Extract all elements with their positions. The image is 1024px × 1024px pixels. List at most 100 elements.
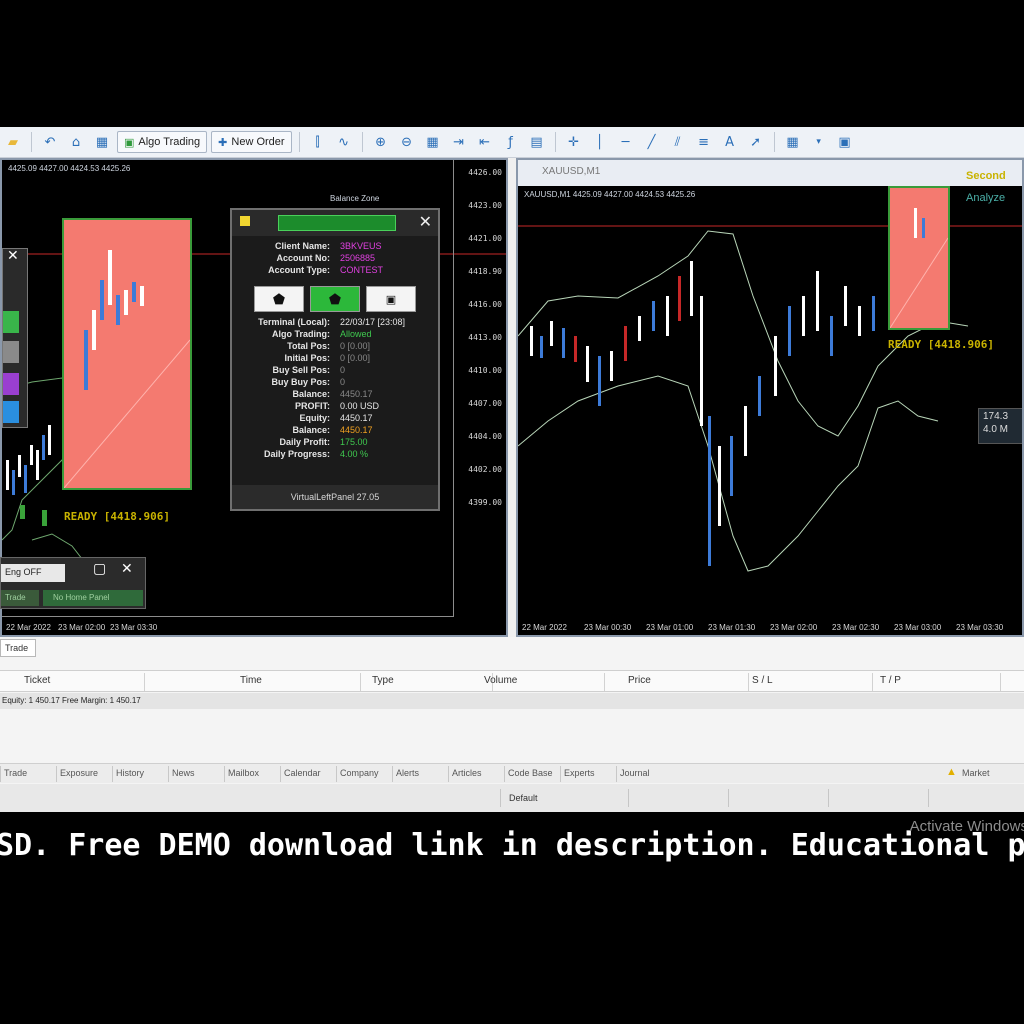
status-cell-3 bbox=[728, 789, 828, 807]
terminal-tab[interactable]: News bbox=[172, 768, 195, 778]
terminal-column-header[interactable]: S / L bbox=[752, 675, 773, 686]
navigator-icon[interactable]: ▦ bbox=[91, 131, 113, 153]
status-default[interactable]: Default bbox=[500, 789, 628, 807]
right-chart-window[interactable]: XAUUSD,M1 XAUUSD,M1 4425.09 4427.00 4424… bbox=[516, 158, 1024, 637]
left-price-tick: 4402.00 bbox=[468, 465, 502, 474]
tab-divider bbox=[392, 766, 393, 782]
zoom-out-icon[interactable]: ⊖ bbox=[396, 131, 418, 153]
terminal-tab[interactable]: History bbox=[116, 768, 144, 778]
indicators-icon[interactable]: ƒ bbox=[500, 131, 522, 153]
side-btn-blue[interactable] bbox=[3, 401, 19, 423]
right-time-tick: 22 Mar 2022 bbox=[522, 623, 567, 632]
terminal-tab[interactable]: Experts bbox=[564, 768, 595, 778]
mini-toggle[interactable]: Eng OFF bbox=[1, 564, 65, 582]
right-side-value-panel: 174.3 4.0 M bbox=[978, 408, 1022, 444]
right-time-tick: 23 Mar 00:30 bbox=[584, 623, 632, 632]
info-row-value: Allowed bbox=[340, 329, 372, 339]
side-btn-purple[interactable] bbox=[3, 373, 19, 395]
folder-icon[interactable]: ▰ bbox=[2, 131, 24, 153]
mini-home-panel-button[interactable]: No Home Panel bbox=[43, 590, 143, 606]
info-row-key: Client Name: bbox=[274, 241, 330, 251]
terminal-column-header[interactable]: Price bbox=[628, 675, 651, 686]
back-icon[interactable]: ↶ bbox=[39, 131, 61, 153]
market-watch-icon[interactable]: ⌂ bbox=[65, 131, 87, 153]
terminal-column-header[interactable]: Type bbox=[372, 675, 394, 686]
status-cell-2 bbox=[628, 789, 728, 807]
close-all-button[interactable]: ▣ bbox=[366, 286, 416, 312]
mini-close-icon[interactable]: ✕ bbox=[121, 560, 133, 577]
templates-icon[interactable]: ▤ bbox=[526, 131, 548, 153]
right-time-tick: 23 Mar 03:30 bbox=[956, 623, 1004, 632]
left-time-axis-line bbox=[2, 616, 454, 617]
status-cell-4 bbox=[828, 789, 928, 807]
terminal-column-header[interactable]: Time bbox=[240, 675, 262, 686]
side-panel-close-icon[interactable]: ✕ bbox=[7, 247, 19, 264]
horizontal-line-icon[interactable]: ─ bbox=[615, 131, 637, 153]
chart-line-icon[interactable]: ∿ bbox=[333, 131, 355, 153]
terminal-tab[interactable]: Articles bbox=[452, 768, 482, 778]
terminal-tab-strip: ▲ Market Trade Exposure History News Mailbox… bbox=[0, 763, 1024, 783]
right-time-tick: 23 Mar 02:30 bbox=[832, 623, 880, 632]
terminal-tab[interactable]: Exposure bbox=[60, 768, 98, 778]
buy-button[interactable]: ⬟ bbox=[310, 286, 360, 312]
sell-button[interactable]: ⬟ bbox=[254, 286, 304, 312]
tab-divider bbox=[0, 766, 1, 782]
terminal-tab[interactable]: Code Base bbox=[508, 768, 553, 778]
info-row-key: Buy Sell Pos: bbox=[272, 365, 330, 375]
window-tile-icon[interactable]: ▦ bbox=[782, 131, 804, 153]
terminal-column-header[interactable]: T / P bbox=[880, 675, 901, 686]
dropdown-icon[interactable]: ▾ bbox=[808, 131, 830, 153]
terminal-tab[interactable]: Journal bbox=[620, 768, 650, 778]
info-row-value: 0 [0.00] bbox=[340, 341, 371, 351]
autoscroll-icon[interactable]: ⇥ bbox=[448, 131, 470, 153]
video-caption: SD. Free DEMO download link in descripti… bbox=[0, 826, 1024, 872]
crosshair-icon[interactable]: ✛ bbox=[563, 131, 585, 153]
info-row-value: 4450.17 bbox=[340, 425, 373, 435]
chart-shift-icon[interactable]: ⇤ bbox=[474, 131, 496, 153]
vertical-line-icon[interactable]: │ bbox=[589, 131, 611, 153]
trendline-icon[interactable]: ╱ bbox=[641, 131, 663, 153]
algo-trading-button[interactable]: ▣ Algo Trading bbox=[117, 131, 208, 153]
chart-bars-icon[interactable]: ⫿ bbox=[307, 131, 329, 153]
left-price-axis-line bbox=[453, 160, 454, 617]
mini-trade-button[interactable]: Trade bbox=[1, 590, 39, 606]
tab-divider bbox=[616, 766, 617, 782]
info-row-value: 4.00 % bbox=[340, 449, 369, 459]
tab-divider bbox=[336, 766, 337, 782]
side-btn-gray[interactable] bbox=[3, 341, 19, 363]
channel-icon[interactable]: ⫽ bbox=[667, 131, 689, 153]
right-time-tick: 23 Mar 03:00 bbox=[894, 623, 942, 632]
left-price-tick: 4410.00 bbox=[468, 366, 502, 375]
mini-maximize-icon[interactable]: ▢ bbox=[93, 560, 106, 577]
left-price-tick: 4413.00 bbox=[468, 333, 502, 342]
terminal-column-header[interactable]: Ticket bbox=[24, 675, 50, 686]
left-price-tick: 4399.00 bbox=[468, 498, 502, 507]
grid-icon[interactable]: ▦ bbox=[422, 131, 444, 153]
arrow-tool-icon[interactable]: ➚ bbox=[745, 131, 767, 153]
terminal-tab[interactable]: Mailbox bbox=[228, 768, 259, 778]
tab-divider bbox=[56, 766, 57, 782]
left-price-tick: 4423.00 bbox=[468, 201, 502, 210]
terminal-column-header[interactable]: Volume bbox=[484, 675, 517, 686]
side-btn-green[interactable] bbox=[3, 311, 19, 333]
terminal-tab[interactable]: Alerts bbox=[396, 768, 419, 778]
fibonacci-icon[interactable]: ≡ bbox=[693, 131, 715, 153]
column-divider bbox=[872, 673, 873, 691]
market-label[interactable]: Market bbox=[962, 768, 990, 778]
terminal-tab[interactable]: Trade bbox=[4, 768, 27, 778]
terminal-trade-tab[interactable]: Trade bbox=[0, 639, 36, 657]
terminal-tab[interactable]: Calendar bbox=[284, 768, 321, 778]
right-label-second: Second bbox=[966, 170, 1006, 182]
text-tool-icon[interactable]: A bbox=[719, 131, 741, 153]
zoom-in-icon[interactable]: ⊕ bbox=[370, 131, 392, 153]
left-time-tick: 23 Mar 02:00 bbox=[58, 623, 106, 632]
bottom-mini-panel: Eng OFF ▢ ✕ Trade No Home Panel bbox=[0, 557, 146, 609]
terminal-tab[interactable]: Company bbox=[340, 768, 379, 778]
left-price-tick: 4404.00 bbox=[468, 432, 502, 441]
right-chart-canvas[interactable]: XAUUSD,M1 4425.09 4427.00 4424.53 4425.2… bbox=[518, 170, 1022, 635]
info-row-value: CONTEST bbox=[340, 265, 384, 275]
info-row-value: 4450.17 bbox=[340, 413, 373, 423]
info-panel-close-icon[interactable]: ✕ bbox=[419, 212, 432, 232]
new-order-button[interactable]: ✚ New Order bbox=[211, 131, 292, 153]
calendar-icon[interactable]: ▣ bbox=[834, 131, 856, 153]
